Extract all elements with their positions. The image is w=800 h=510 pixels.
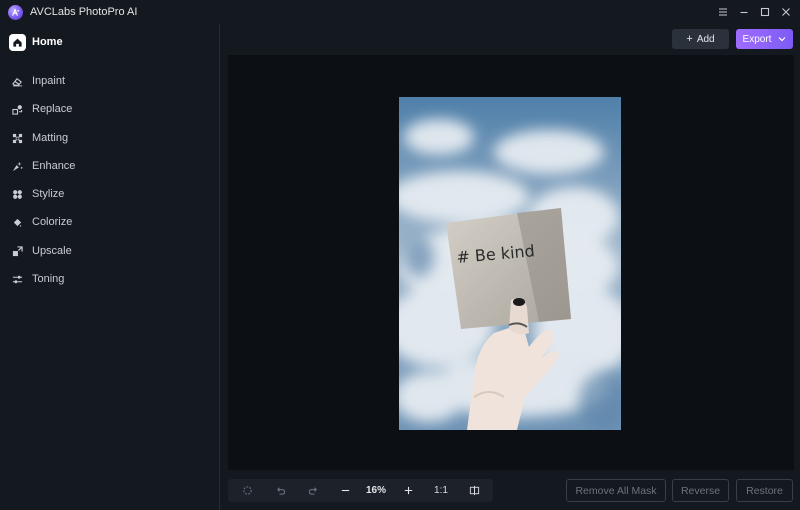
avclabs-logo-icon — [8, 5, 23, 20]
zoom-level-value: 16% — [365, 485, 386, 496]
actual-size-label: 1:1 — [434, 485, 448, 496]
sidebar-item-home[interactable]: Home — [9, 33, 63, 51]
undo-icon[interactable] — [273, 479, 287, 502]
menu-icon[interactable] — [715, 4, 731, 20]
chevron-down-icon — [779, 37, 786, 42]
sidebar-item-label: Stylize — [32, 188, 65, 200]
sidebar: Home Inpaint Replace Matting Enhance Sty… — [0, 24, 220, 510]
maximize-icon[interactable] — [757, 4, 773, 20]
sidebar-item-label: Inpaint — [32, 75, 66, 87]
image-canvas[interactable]: # Be kind — [228, 55, 794, 470]
sidebar-item-stylize[interactable]: Stylize — [12, 186, 64, 202]
reverse-button[interactable]: Reverse — [672, 479, 729, 502]
sidebar-item-replace[interactable]: Replace — [12, 101, 72, 117]
zoom-toolbar: 16% 1:1 — [228, 479, 493, 502]
colorize-icon — [12, 217, 23, 228]
title-bar: AVCLabs PhotoPro AI — [0, 0, 800, 24]
sidebar-item-label: Toning — [32, 273, 65, 285]
sidebar-item-label: Matting — [32, 132, 69, 144]
remove-all-mask-label: Remove All Mask — [575, 484, 657, 497]
sidebar-item-label: Enhance — [32, 160, 76, 172]
sidebar-item-label: Upscale — [32, 245, 72, 257]
sidebar-item-colorize[interactable]: Colorize — [12, 214, 72, 230]
sidebar-item-toning[interactable]: Toning — [12, 271, 64, 287]
sidebar-item-inpaint[interactable]: Inpaint — [12, 73, 65, 89]
restore-label: Restore — [746, 484, 783, 497]
enhance-icon — [12, 161, 23, 172]
minimize-icon[interactable] — [736, 4, 752, 20]
app-title: AVCLabs PhotoPro AI — [30, 6, 138, 18]
sidebar-item-upscale[interactable]: Upscale — [12, 243, 72, 259]
app-window: AVCLabs PhotoPro AI Home Inpaint Replace… — [0, 0, 800, 510]
close-icon[interactable] — [778, 4, 794, 20]
matting-icon — [12, 133, 23, 144]
photo-preview: # Be kind — [399, 97, 621, 430]
compare-icon[interactable] — [467, 479, 481, 502]
plus-icon: + — [686, 33, 693, 45]
replace-icon — [12, 104, 23, 115]
zoom-out-icon[interactable] — [338, 479, 352, 502]
zoom-level: 16% — [361, 479, 391, 502]
sidebar-item-label: Colorize — [32, 216, 73, 228]
reverse-label: Reverse — [680, 484, 721, 497]
eraser-icon — [12, 76, 23, 87]
add-button[interactable]: + Add — [672, 29, 729, 49]
export-button[interactable]: Export — [736, 29, 793, 49]
toning-icon — [12, 274, 23, 285]
sidebar-item-label: Home — [32, 36, 63, 48]
redo-icon[interactable] — [306, 479, 320, 502]
sidebar-item-matting[interactable]: Matting — [12, 130, 68, 146]
stylize-icon — [12, 189, 23, 200]
export-button-label: Export — [742, 33, 772, 45]
sidebar-item-enhance[interactable]: Enhance — [12, 158, 75, 174]
sidebar-item-label: Replace — [32, 103, 73, 115]
home-icon — [9, 33, 26, 51]
restore-button[interactable]: Restore — [736, 479, 793, 502]
remove-all-mask-button[interactable]: Remove All Mask — [566, 479, 666, 502]
zoom-in-icon[interactable] — [401, 479, 415, 502]
select-area-icon[interactable] — [240, 479, 254, 502]
add-button-label: Add — [696, 33, 715, 45]
upscale-icon — [12, 245, 23, 257]
actual-size-button[interactable]: 1:1 — [431, 479, 451, 502]
